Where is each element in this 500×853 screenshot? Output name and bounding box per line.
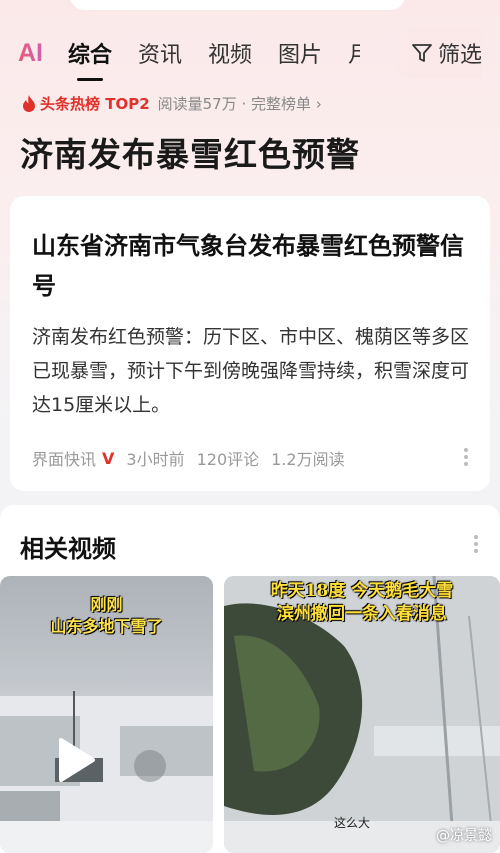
- video-1-caption: 刚刚 山东多地下雪了: [0, 594, 213, 638]
- news-comments: 120评论: [196, 450, 260, 469]
- tab-bar: AI 综合 资讯 视频 图片 月 筛选: [0, 28, 500, 78]
- more-options-icon[interactable]: [464, 448, 468, 466]
- fire-icon: [23, 95, 35, 112]
- section-more-icon[interactable]: [474, 535, 478, 553]
- page-title: 济南发布暴雪红色预警: [20, 135, 360, 174]
- video-2-caption-line2: 滨州撤回一条入春消息: [277, 604, 447, 624]
- ai-logo[interactable]: AI: [18, 39, 68, 68]
- hot-rank-label: 头条热榜 TOP2: [40, 95, 150, 113]
- hot-meta[interactable]: 阅读量57万 · 完整榜单 ›: [158, 93, 322, 114]
- video-2-caption-line1: 昨天18度 今天鹅毛大雪: [270, 581, 454, 601]
- video-thumbnail-2[interactable]: 昨天18度 今天鹅毛大雪 滨州撤回一条入春消息 这么大 @凉景懿: [224, 576, 500, 853]
- filter-icon: [412, 44, 432, 62]
- news-meta: 界面快讯 V 3小时前 120评论 1.2万阅读: [32, 446, 357, 470]
- video-thumbnail-1[interactable]: 刚刚 山东多地下雪了: [0, 576, 213, 853]
- video-2-caption: 昨天18度 今天鹅毛大雪 滨州撤回一条入春消息: [224, 580, 500, 626]
- related-videos-section: 相关视频 刚刚 山东多地下雪了 昨天18度 今天鹅毛大雪 滨州撤回一条入春消息 …: [0, 505, 500, 853]
- tab-video[interactable]: 视频: [208, 37, 252, 69]
- search-box-edge[interactable]: [70, 0, 405, 10]
- video-1-caption-line1: 刚刚: [90, 595, 123, 614]
- tab-news[interactable]: 资讯: [138, 37, 182, 69]
- video-2-watermark: @凉景懿: [436, 828, 492, 844]
- news-time: 3小时前: [126, 450, 185, 469]
- tab-images[interactable]: 图片: [278, 37, 322, 69]
- news-summary: 济南发布红色预警：历下区、市中区、槐荫区等多区已现暴雪，预计下午到傍晚强降雪持续…: [32, 326, 470, 416]
- video-2-inner-text: 这么大: [334, 816, 371, 830]
- news-reads: 1.2万阅读: [271, 450, 345, 469]
- tab-comprehensive[interactable]: 综合: [68, 37, 112, 69]
- news-card[interactable]: 山东省济南市气象台发布暴雪红色预警信号 济南发布红色预警：历下区、市中区、槐荫区…: [10, 196, 490, 491]
- news-source[interactable]: 界面快讯: [32, 446, 96, 470]
- verified-badge: V: [102, 448, 115, 468]
- tab-more[interactable]: 月: [348, 37, 360, 69]
- play-icon[interactable]: [57, 736, 97, 784]
- filter-button[interactable]: 筛选: [393, 28, 482, 78]
- news-title[interactable]: 山东省济南市气象台发布暴雪红色预警信号: [32, 226, 472, 306]
- video-1-caption-line2: 山东多地下雪了: [50, 617, 163, 636]
- filter-label: 筛选: [437, 43, 482, 68]
- related-videos-title: 相关视频: [20, 535, 116, 563]
- hot-list-banner[interactable]: 头条热榜 TOP2 阅读量57万 · 完整榜单 ›: [22, 93, 322, 114]
